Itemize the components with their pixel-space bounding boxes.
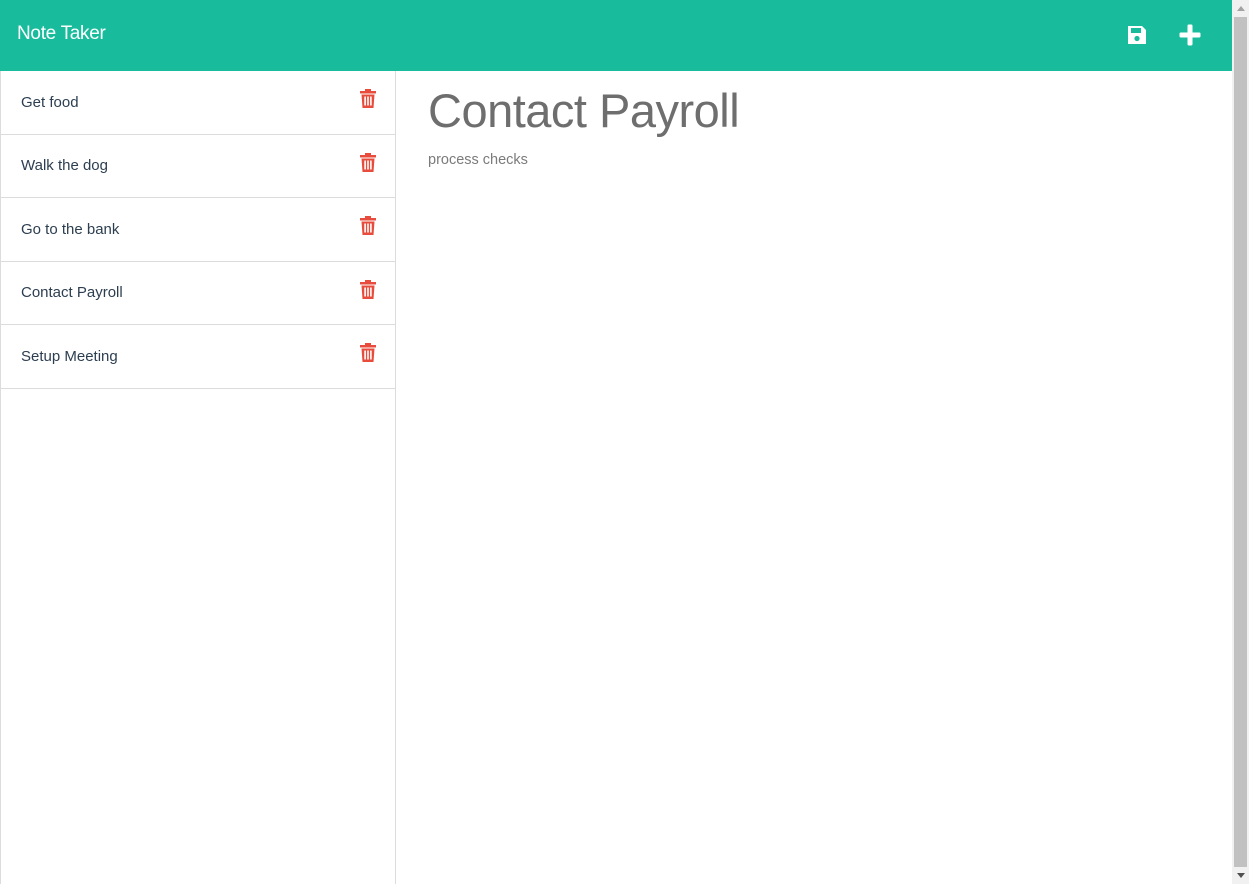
note-taker-page: Note Taker Get food Walk the dog Go to t… (0, 0, 1249, 884)
trash-icon[interactable] (360, 216, 376, 235)
note-list-title: Walk the dog (21, 157, 108, 175)
list-item[interactable]: Get food (1, 71, 395, 135)
note-list-title: Get food (21, 93, 79, 111)
scrollbar-thumb[interactable] (1234, 17, 1247, 867)
plus-icon (1179, 24, 1201, 46)
floppy-disk-icon (1128, 26, 1146, 44)
note-list-sidebar: Get food Walk the dog Go to the bank Con… (0, 71, 396, 884)
scroll-up-arrow-icon[interactable] (1232, 0, 1249, 17)
new-note-button[interactable] (1175, 20, 1205, 50)
trash-icon[interactable] (360, 343, 376, 362)
trash-icon[interactable] (360, 152, 376, 172)
list-item[interactable]: Contact Payroll (1, 262, 395, 325)
scroll-down-arrow-icon[interactable] (1232, 867, 1249, 884)
note-list: Get food Walk the dog Go to the bank Con… (1, 71, 395, 389)
vertical-scrollbar[interactable] (1232, 0, 1249, 884)
note-title-input[interactable]: Contact Payroll (428, 83, 740, 138)
trash-icon[interactable] (360, 279, 376, 299)
list-item[interactable]: Go to the bank (1, 198, 395, 262)
app-title[interactable]: Note Taker (17, 23, 106, 45)
trash-icon[interactable] (360, 89, 376, 108)
save-note-button[interactable] (1122, 20, 1152, 50)
note-editor: Contact Payroll process checks (396, 71, 1232, 884)
note-list-title: Go to the bank (21, 220, 120, 238)
note-list-title: Setup Meeting (21, 347, 118, 365)
note-list-title: Contact Payroll (21, 284, 123, 302)
note-text-area[interactable]: process checks (428, 152, 528, 168)
list-item[interactable]: Walk the dog (1, 135, 395, 198)
top-navbar: Note Taker (0, 0, 1232, 71)
list-item[interactable]: Setup Meeting (1, 325, 395, 389)
